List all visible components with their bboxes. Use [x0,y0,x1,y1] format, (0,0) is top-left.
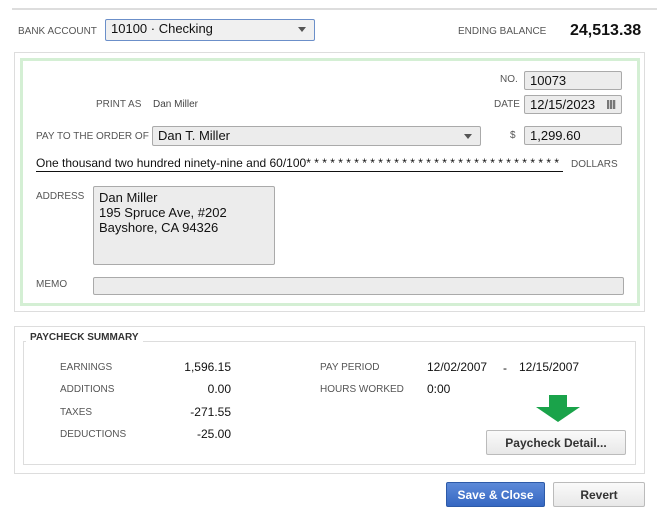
revert-button[interactable]: Revert [553,482,645,507]
dollars-label: DOLLARS [571,159,618,170]
address-field[interactable]: Dan Miller 195 Spruce Ave, #202 Bayshore… [93,186,275,265]
memo-field[interactable] [93,277,624,295]
paycheck-summary-title: PAYCHECK SUMMARY [26,332,143,343]
bank-account-value: 10100 · Checking [111,21,213,36]
amount-field[interactable]: 1,299.60 [524,126,622,145]
pay-period-start: 12/02/2007 [427,360,488,374]
paycheck-detail-button[interactable]: Paycheck Detail... [486,430,626,455]
memo-label: MEMO [36,279,68,290]
payee-dropdown[interactable]: Dan T. Miller [152,126,481,146]
taxes-label: TAXES [60,407,93,418]
date-value: 12/15/2023 [530,97,596,112]
ending-balance-label: ENDING BALANCE [458,26,547,37]
pay-period-end: 12/15/2007 [519,360,580,374]
top-divider [12,8,657,10]
dollar-sign: $ [510,130,516,141]
earnings-label: EARNINGS [60,362,113,373]
print-as-label: PRINT AS [96,99,142,110]
address-line: Dan Miller [99,190,158,205]
bank-account-dropdown[interactable]: 10100 · Checking [105,19,315,41]
amount-value: 1,299.60 [530,128,581,143]
green-arrow-down-icon [536,395,580,422]
hours-worked-label: HOURS WORKED [320,384,404,395]
ending-balance-value: 24,513.38 [570,22,642,39]
address-line: Bayshore, CA 94326 [99,220,219,235]
additions-value: 0.00 [207,382,231,396]
payee-value: Dan T. Miller [158,128,231,143]
amount-in-words: One thousand two hundred ninety-nine and… [36,156,563,172]
deductions-label: DEDUCTIONS [60,429,127,440]
earnings-value: 1,596.15 [184,360,231,374]
taxes-value: -271.55 [190,405,231,419]
chevron-down-icon [464,134,472,139]
date-label: DATE [494,99,520,110]
check-no-field[interactable]: 10073 [524,71,622,90]
bank-account-label: BANK ACCOUNT [18,26,97,37]
save-close-button[interactable]: Save & Close [446,482,545,507]
calendar-icon[interactable] [607,100,616,109]
pay-to-label: PAY TO THE ORDER OF [36,131,149,142]
additions-label: ADDITIONS [60,384,115,395]
check-no-value: 10073 [530,73,567,88]
chevron-down-icon [298,27,306,32]
pay-period-separator: - [503,361,507,375]
hours-worked-value: 0:00 [427,382,451,396]
date-field[interactable]: 12/15/2023 [524,95,622,114]
address-label: ADDRESS [36,191,85,202]
pay-period-label: PAY PERIOD [320,362,380,373]
print-as-value: Dan Miller [153,99,199,110]
check-no-label: NO. [500,74,518,85]
address-line: 195 Spruce Ave, #202 [99,205,227,220]
deductions-value: -25.00 [196,427,231,441]
